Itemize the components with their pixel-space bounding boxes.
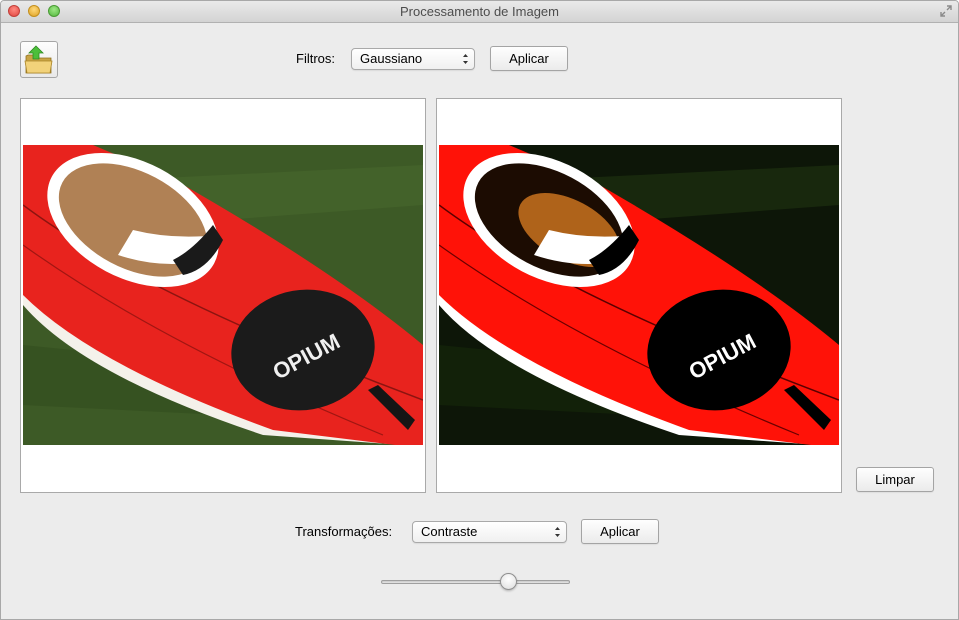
app-window: Processamento de Imagem Filtros: Gaussia…	[0, 0, 959, 620]
apply-filter-button[interactable]: Aplicar	[490, 46, 568, 71]
filters-select[interactable]: Gaussiano	[351, 48, 475, 70]
filters-label: Filtros:	[296, 51, 335, 66]
title-bar[interactable]: Processamento de Imagem	[1, 1, 958, 23]
apply-transform-button[interactable]: Aplicar	[581, 519, 659, 544]
transforms-select[interactable]: Contraste	[412, 521, 567, 543]
transforms-selected-value: Contraste	[421, 524, 478, 539]
original-kayak-image: OPIUM	[23, 145, 423, 445]
chevron-updown-icon	[463, 54, 468, 64]
open-image-button[interactable]	[20, 41, 58, 78]
original-image-panel: OPIUM	[20, 98, 426, 493]
folder-open-icon	[24, 45, 53, 74]
clear-button[interactable]: Limpar	[856, 467, 934, 492]
processed-image-panel: OPIUM	[436, 98, 842, 493]
fullscreen-icon[interactable]	[940, 5, 952, 17]
processed-kayak-image: OPIUM	[439, 145, 839, 445]
filters-selected-value: Gaussiano	[360, 51, 423, 66]
transforms-label: Transformações:	[295, 524, 393, 539]
window-title: Processamento de Imagem	[400, 4, 559, 19]
slider-track[interactable]	[381, 580, 570, 584]
slider-knob[interactable]	[499, 573, 517, 590]
chevron-updown-icon	[555, 527, 560, 537]
